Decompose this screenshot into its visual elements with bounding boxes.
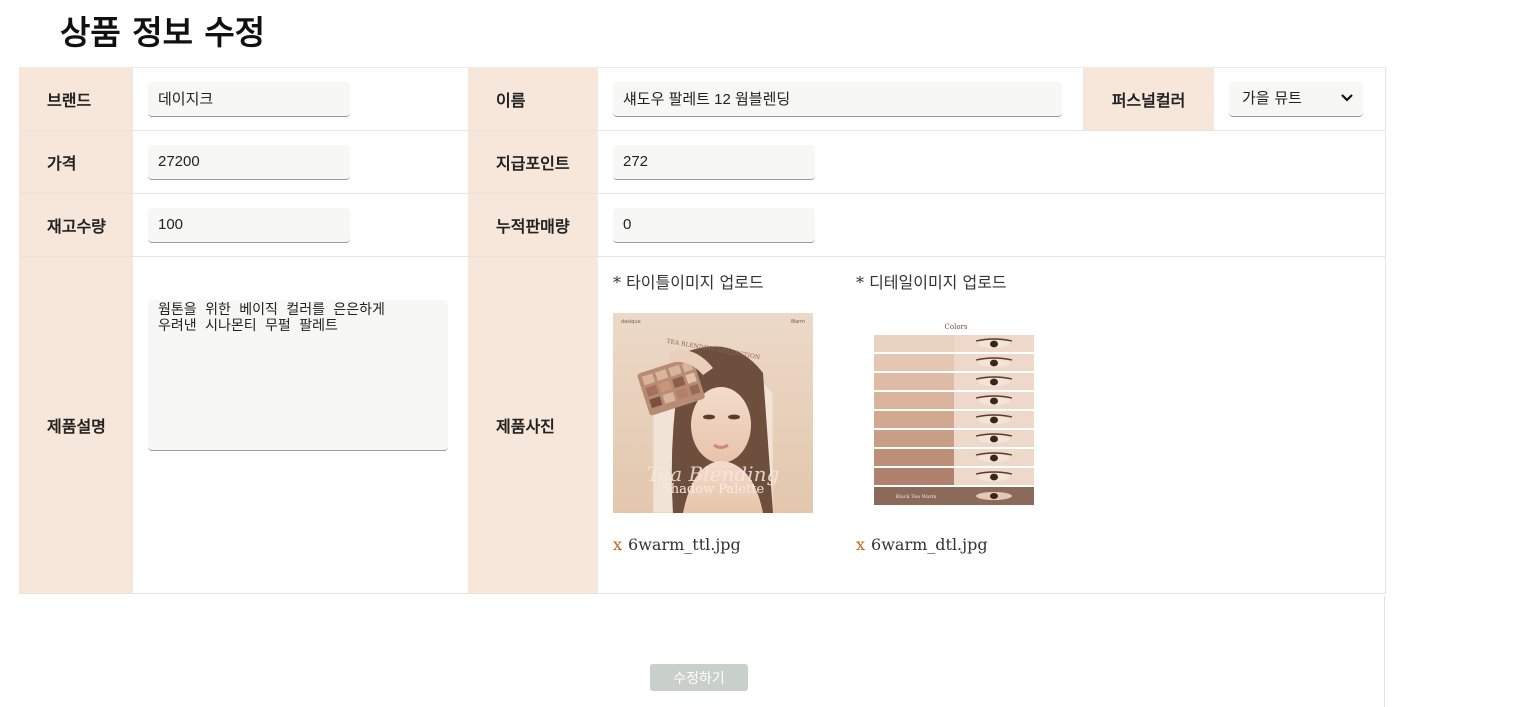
photos-label: 제품사진 — [468, 256, 598, 594]
remove-title-file-button[interactable]: x — [613, 535, 622, 554]
name-label: 이름 — [468, 67, 598, 131]
swatch-heading: Colors — [945, 323, 968, 331]
product-form: 브랜드 이름 퍼스널컬러 가을 뮤트 가격 지급포인트 재고수량 누적판매량 제… — [19, 67, 1386, 594]
remove-detail-file-button[interactable]: x — [856, 535, 865, 554]
chevron-down-icon — [1341, 93, 1353, 102]
title-image-preview: TEA BLENDING COLLECTION dasique Warm Tea… — [613, 313, 813, 513]
personal-color-select[interactable]: 가을 뮤트 — [1229, 81, 1363, 117]
brand-input[interactable] — [148, 81, 350, 117]
submit-button[interactable]: 수정하기 — [650, 664, 748, 691]
stock-label: 재고수량 — [19, 193, 133, 257]
divider — [1384, 596, 1385, 707]
poster-subtitle: Shadow Palette — [662, 482, 765, 497]
personal-color-label: 퍼스널컬러 — [1083, 67, 1214, 131]
title-file-name: 6warm_ttl.jpg — [628, 535, 741, 554]
poster-brand-left: dasique — [621, 319, 641, 325]
page-title: 상품 정보 수정 — [60, 13, 266, 52]
personal-color-value: 가을 뮤트 — [1242, 88, 1302, 107]
detail-file-name: 6warm_dtl.jpg — [871, 535, 988, 554]
sold-label: 누적판매량 — [468, 193, 598, 257]
price-input[interactable] — [148, 144, 350, 180]
detail-file-item: x 6warm_dtl.jpg — [856, 535, 988, 554]
sold-input[interactable] — [613, 207, 815, 243]
brand-label: 브랜드 — [19, 67, 133, 131]
stock-input[interactable] — [148, 207, 350, 243]
description-label: 제품설명 — [19, 256, 133, 594]
price-label: 가격 — [19, 130, 133, 194]
points-input[interactable] — [613, 144, 815, 180]
swatch-footer: Black Tea Warm — [896, 494, 937, 500]
description-textarea[interactable]: 웜톤을 위한 베이직 컬러를 은은하게 우려낸 시나몬티 무펄 팔레트 — [148, 299, 448, 451]
points-label: 지급포인트 — [468, 130, 598, 194]
detail-image-upload-label[interactable]: * 디테일이미지 업로드 — [856, 269, 1007, 293]
name-input[interactable] — [613, 81, 1062, 117]
photo-upload-area: * 타이틀이미지 업로드 * 디테일이미지 업로드 TEA BLENDING C… — [598, 257, 1385, 593]
detail-image-preview: Colors Black Tea Warm — [856, 313, 1056, 513]
title-image-upload-label[interactable]: * 타이틀이미지 업로드 — [613, 269, 764, 293]
title-file-item: x 6warm_ttl.jpg — [613, 535, 741, 554]
poster-brand-right: Warm — [790, 319, 805, 325]
